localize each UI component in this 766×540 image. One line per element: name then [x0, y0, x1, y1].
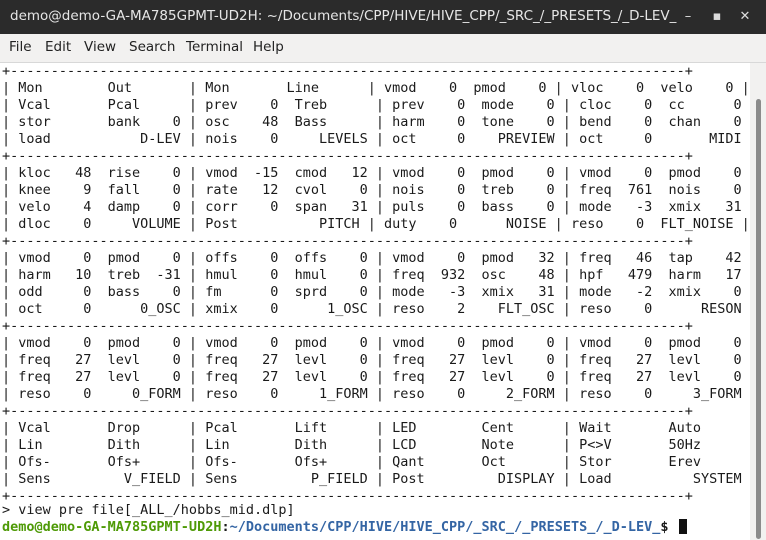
menu-file[interactable]: File: [9, 39, 32, 55]
prompt-symbol: $: [660, 519, 677, 535]
terminal-area[interactable]: +---------------------------------------…: [0, 63, 750, 540]
terminal-output: +---------------------------------------…: [2, 63, 750, 504]
prompt-path: ~/Documents/CPP/HIVE/HIVE_CPP/_SRC_/_PRE…: [229, 519, 661, 535]
scrollbar-thumb[interactable]: [756, 99, 761, 539]
prompt-separator: :: [221, 519, 230, 535]
prompt-user: demo@demo-GA-MA785GPMT-UD2H: [2, 519, 222, 535]
menu-terminal[interactable]: Terminal: [186, 39, 243, 55]
title-bar: demo@demo-GA-MA785GPMT-UD2H: ~/Documents…: [0, 0, 766, 34]
menu-bar: File Edit View Search Terminal Help: [0, 34, 766, 63]
minimize-button[interactable]: –: [678, 7, 698, 27]
menu-search[interactable]: Search: [129, 39, 175, 55]
close-button[interactable]: ✕: [735, 7, 755, 27]
scrollbar[interactable]: [750, 63, 766, 540]
menu-view[interactable]: View: [84, 39, 116, 55]
maximize-button[interactable]: ▪: [707, 7, 727, 27]
menu-edit[interactable]: Edit: [45, 39, 71, 55]
menu-help[interactable]: Help: [253, 39, 284, 55]
command-line: > view pre file[_ALL_/hobbs_mid.dlp]: [2, 502, 295, 518]
shell-prompt[interactable]: demo@demo-GA-MA785GPMT-UD2H:~/Documents/…: [2, 519, 687, 536]
text-cursor: [678, 519, 687, 534]
window-title: demo@demo-GA-MA785GPMT-UD2H: ~/Documents…: [10, 8, 677, 24]
